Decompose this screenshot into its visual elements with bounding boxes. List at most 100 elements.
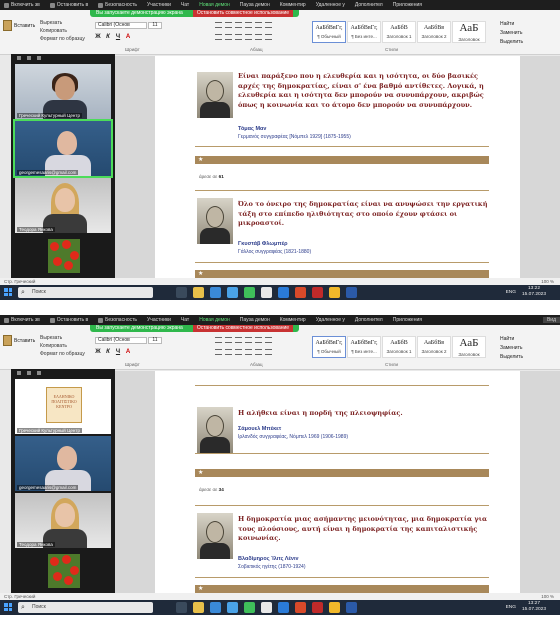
apps-button[interactable]: Приложения [393, 2, 422, 8]
style-heading-2[interactable]: АаБбВв Заголовок 2 [417, 336, 451, 358]
align-right-icon[interactable] [235, 34, 242, 40]
pause-share-button[interactable]: Пауза демон [240, 317, 270, 323]
remote-control-button[interactable]: Удаленное у [316, 2, 345, 8]
view-button[interactable]: Вид [542, 317, 560, 323]
style-no-spacing[interactable]: АаБбВвГг, ¶ Без инте... [347, 21, 381, 43]
cut-button[interactable]: Вырезать [40, 19, 85, 27]
style-heading-1[interactable]: АаБбВ Заголовок 1 [382, 336, 416, 358]
font-name-select[interactable]: Calibri (Основ [95, 337, 147, 344]
italic-button[interactable]: К [105, 34, 111, 40]
pilcrow-icon[interactable] [265, 337, 272, 343]
more-button[interactable]: Дополнител [355, 2, 383, 8]
stop-video-button[interactable]: Остановить в [49, 2, 88, 8]
pause-share-button[interactable]: Пауза демон [240, 2, 270, 8]
indent-icon[interactable] [245, 22, 252, 28]
security-button[interactable]: Безопасность [98, 2, 137, 8]
chat-button[interactable]: Чат [181, 317, 189, 323]
l-app-icon[interactable] [227, 287, 238, 298]
store-icon[interactable] [210, 287, 221, 298]
justify-icon[interactable] [245, 34, 252, 40]
chrome-icon[interactable] [261, 602, 272, 613]
layout-icon[interactable] [27, 371, 31, 375]
unmute-button[interactable]: Включить зв [4, 2, 40, 8]
cut-button[interactable]: Вырезать [40, 334, 85, 342]
style-heading-2[interactable]: АаБбВв Заголовок 2 [417, 21, 451, 43]
annotate-button[interactable]: Комментир [280, 317, 306, 323]
style-normal[interactable]: АаБбВвГг, ¶ Обычный [312, 21, 346, 43]
participant-video[interactable]: Теодора Янкова [15, 493, 111, 548]
grid-icon[interactable] [37, 371, 41, 375]
paste-button[interactable]: Вставить [3, 20, 35, 31]
annotate-button[interactable]: Комментир [280, 2, 306, 8]
style-title[interactable]: АаБ Заголовок [452, 336, 486, 358]
style-heading-1[interactable]: АаБбВ Заголовок 1 [382, 21, 416, 43]
file-explorer-icon[interactable] [193, 287, 204, 298]
participant-video[interactable]: Теодора Янкова [15, 178, 111, 233]
line-spacing-icon[interactable] [255, 349, 262, 355]
justify-icon[interactable] [245, 349, 252, 355]
font-color-button[interactable]: A [125, 349, 131, 355]
new-share-button[interactable]: Новая демон [199, 317, 230, 323]
shading-icon[interactable] [265, 34, 272, 40]
paste-button[interactable]: Вставить [3, 335, 35, 346]
numbering-icon[interactable] [225, 22, 232, 28]
participants-button[interactable]: Участники [147, 2, 171, 8]
zoom-icon[interactable] [278, 287, 289, 298]
align-left-icon[interactable] [215, 349, 222, 355]
windows-start-icon[interactable] [4, 603, 12, 611]
task-view-icon[interactable] [176, 287, 187, 298]
paint-icon[interactable] [329, 602, 340, 613]
indent-icon[interactable] [245, 337, 252, 343]
bold-button[interactable]: Ж [95, 34, 101, 40]
clock[interactable]: 13:27 15.07.2023 [522, 601, 546, 613]
font-name-select[interactable]: Calibri (Основ [95, 22, 147, 29]
clock[interactable]: 13:22 15.07.2023 [522, 286, 546, 298]
stop-share-button[interactable]: Остановить совместное использование [192, 325, 294, 332]
remote-control-button[interactable]: Удаленное у [316, 317, 345, 323]
grid-icon[interactable] [37, 56, 41, 60]
copy-button[interactable]: Копировать [40, 342, 85, 350]
underline-button[interactable]: Ч [115, 34, 121, 40]
layout-icon[interactable] [27, 56, 31, 60]
yandex-icon[interactable] [295, 287, 306, 298]
align-right-icon[interactable] [235, 349, 242, 355]
multilevel-icon[interactable] [235, 337, 242, 343]
copy-button[interactable]: Копировать [40, 27, 85, 35]
whatsapp-icon[interactable] [244, 287, 255, 298]
zoom-level[interactable]: 100 % [541, 278, 554, 285]
style-title[interactable]: АаБ Заголовок [452, 21, 486, 43]
zoom-level[interactable]: 100 % [541, 593, 554, 600]
document-page[interactable]: Είναι παράξενο που η ελευθερία και η ισό… [155, 56, 520, 278]
select-button[interactable]: Выделить [500, 353, 523, 362]
chrome-icon[interactable] [261, 287, 272, 298]
style-normal[interactable]: АаБбВвГг, ¶ Обычный [312, 336, 346, 358]
shading-icon[interactable] [265, 349, 272, 355]
align-left-icon[interactable] [215, 34, 222, 40]
pdf-icon[interactable] [312, 602, 323, 613]
stop-share-button[interactable]: Остановить совместное использование [192, 10, 294, 17]
unmute-button[interactable]: Включить зв [4, 317, 40, 323]
sort-icon[interactable] [255, 22, 262, 28]
pilcrow-icon[interactable] [265, 22, 272, 28]
participants-button[interactable]: Участники [147, 317, 171, 323]
chat-button[interactable]: Чат [181, 2, 189, 8]
sort-icon[interactable] [255, 337, 262, 343]
find-button[interactable]: Найти [500, 335, 523, 344]
align-center-icon[interactable] [225, 34, 232, 40]
italic-button[interactable]: К [105, 349, 111, 355]
document-page[interactable]: Η αλήθεια είναι η πορδή της πλειοψηφίας.… [155, 371, 520, 593]
font-size-select[interactable]: 11 [148, 22, 162, 29]
participant-video[interactable]: Греческий Культурный Центр [15, 64, 111, 119]
task-view-icon[interactable] [176, 602, 187, 613]
line-spacing-icon[interactable] [255, 34, 262, 40]
multilevel-icon[interactable] [235, 22, 242, 28]
word-icon[interactable] [346, 602, 357, 613]
replace-button[interactable]: Заменить [500, 344, 523, 353]
yandex-icon[interactable] [295, 602, 306, 613]
bullets-icon[interactable] [215, 22, 222, 28]
format-painter-button[interactable]: Формат по образцу [40, 350, 85, 358]
word-icon[interactable] [346, 287, 357, 298]
format-painter-button[interactable]: Формат по образцу [40, 35, 85, 43]
store-icon[interactable] [210, 602, 221, 613]
replace-button[interactable]: Заменить [500, 29, 523, 38]
